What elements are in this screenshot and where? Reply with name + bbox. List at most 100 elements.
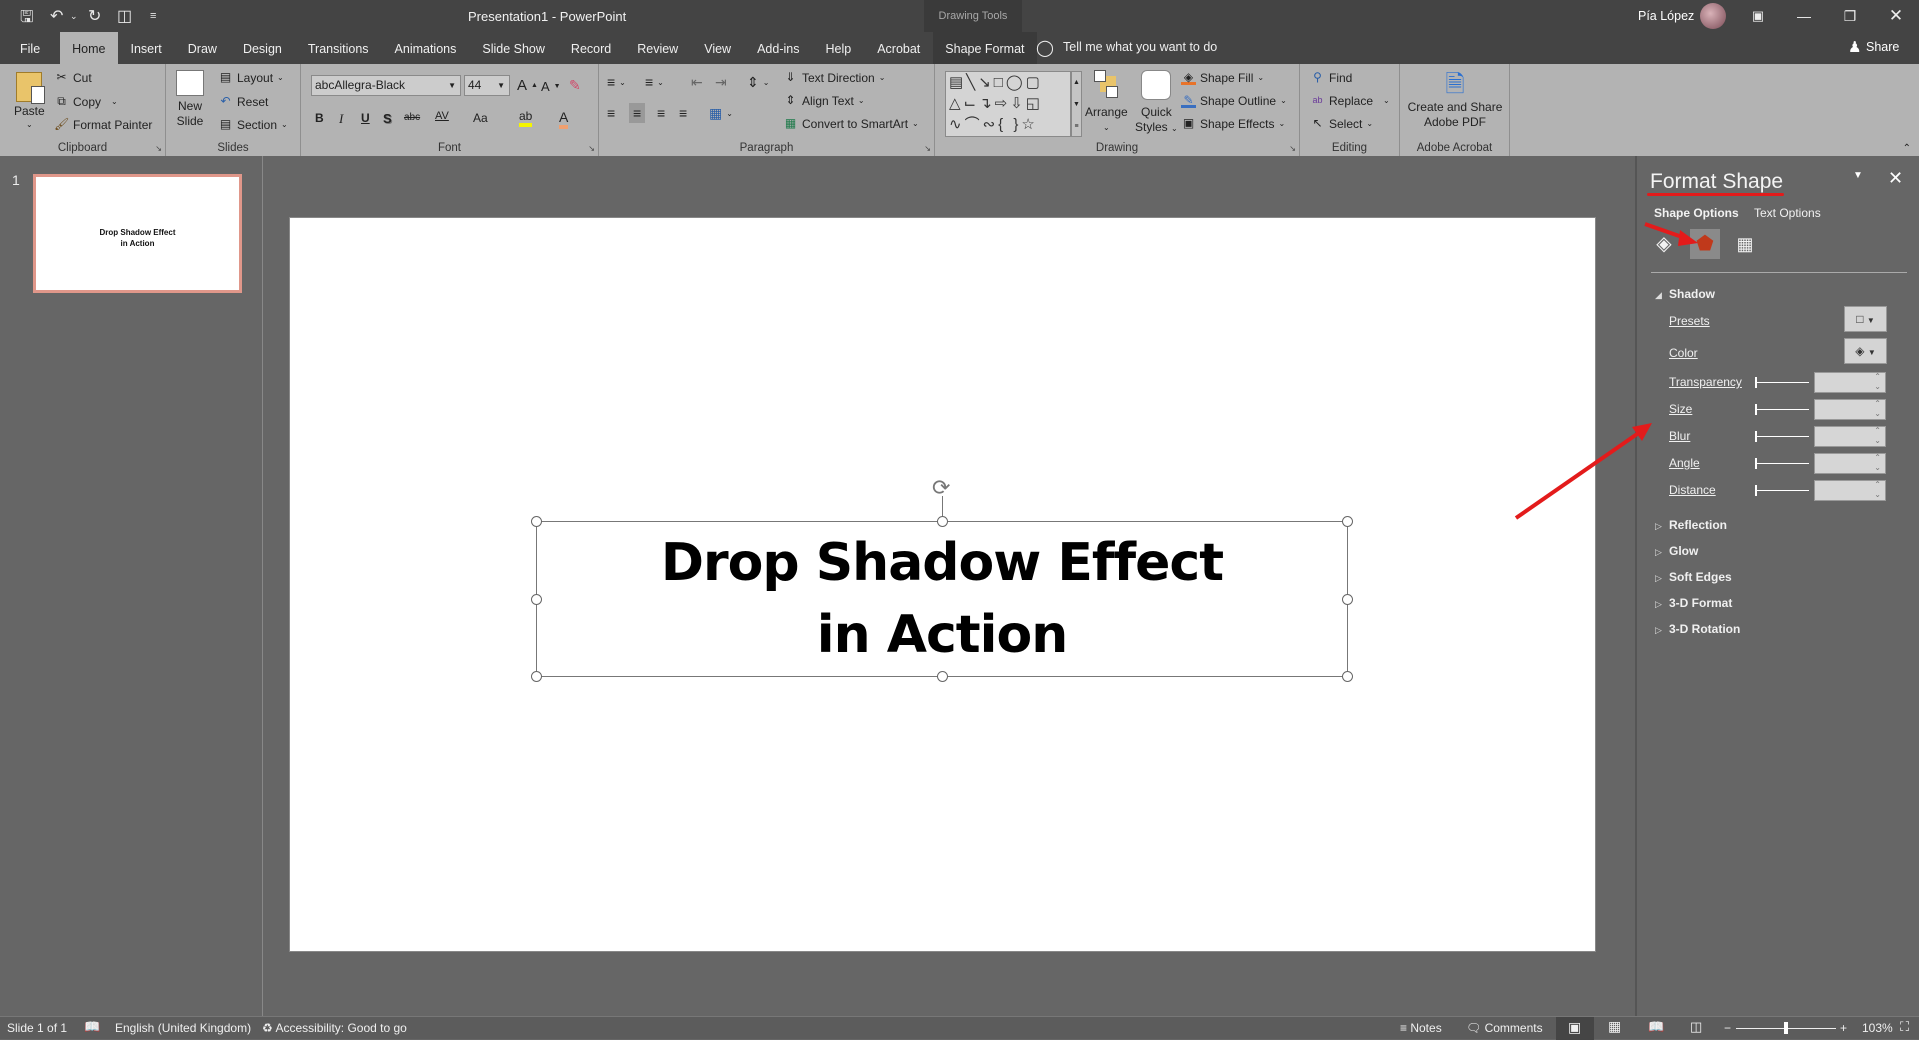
section-soft-edges[interactable]: ▷ Soft Edges xyxy=(1655,570,1732,584)
effects-pentagon-icon[interactable]: ⬟ xyxy=(1690,229,1720,259)
resize-handle-top-left[interactable] xyxy=(531,516,542,527)
tab-shape-format[interactable]: Shape Format xyxy=(933,32,1037,64)
zoom-slider-thumb[interactable] xyxy=(1784,1022,1788,1034)
section-button[interactable]: ▤ Section ⌄ xyxy=(218,117,288,132)
tab-slide-show[interactable]: Slide Show xyxy=(469,32,558,64)
grow-font-button[interactable]: A ▲ xyxy=(517,77,538,94)
quick-styles-button[interactable]: Quick Styles ⌄ xyxy=(1135,70,1178,136)
tab-home[interactable]: Home xyxy=(60,32,118,64)
section-3d-format[interactable]: ▷ 3-D Format xyxy=(1655,596,1732,610)
font-name-input[interactable]: abcAllegra-Black ▼ xyxy=(311,75,461,96)
user-name[interactable]: Pía López xyxy=(1638,9,1694,23)
minimize-button[interactable]: — xyxy=(1784,4,1824,28)
replace-button[interactable]: ab Replace ⌄ xyxy=(1310,93,1389,108)
spell-check-icon[interactable]: 📖 xyxy=(84,1019,100,1035)
angle-spinner[interactable] xyxy=(1814,453,1886,474)
slide-thumbnail[interactable]: Drop Shadow Effect in Action xyxy=(33,174,242,293)
align-left-button[interactable]: ≡ xyxy=(607,105,615,121)
transparency-slider[interactable] xyxy=(1755,377,1809,388)
line-spacing-button[interactable]: ⇕ ⌄ xyxy=(747,74,769,91)
blur-slider[interactable] xyxy=(1755,431,1809,442)
align-center-button[interactable]: ≡ xyxy=(629,103,646,123)
slideshow-view-icon[interactable]: ◫ xyxy=(1690,1019,1702,1035)
slide-title-text[interactable]: Drop Shadow Effect in Action xyxy=(536,527,1348,671)
tab-transitions[interactable]: Transitions xyxy=(295,32,382,64)
dialog-launcher-icon[interactable]: ↘ xyxy=(155,144,162,153)
arrange-button[interactable]: Arrange ⌄ xyxy=(1085,70,1128,135)
clear-formatting-icon[interactable]: ✎ xyxy=(569,77,581,94)
columns-button[interactable]: ▦ ⌄ xyxy=(709,105,733,122)
cut-button[interactable]: ✂ Cut xyxy=(54,70,91,85)
change-case-button[interactable]: Aa xyxy=(473,111,488,125)
increase-indent-button[interactable]: ⇥ xyxy=(715,74,727,91)
resize-handle-bottom-left[interactable] xyxy=(531,671,542,682)
fill-line-icon[interactable]: ◈ xyxy=(1649,229,1679,259)
text-direction-button[interactable]: ⇓ Text Direction ⌄ xyxy=(783,70,885,85)
section-reflection[interactable]: ▷ Reflection xyxy=(1655,518,1727,532)
highlight-color-button[interactable]: ab xyxy=(519,109,533,127)
slide-sorter-view-icon[interactable]: ▦ xyxy=(1608,1018,1621,1035)
font-size-input[interactable]: 44 ▼ xyxy=(464,75,510,96)
shapes-gallery-scroll[interactable]: ▲ ▼ ≡ xyxy=(1071,71,1082,137)
reset-button[interactable]: ↶ Reset xyxy=(218,94,268,109)
resize-handle-bottom-right[interactable] xyxy=(1342,671,1353,682)
tab-text-options[interactable]: Text Options xyxy=(1754,206,1821,220)
undo-icon[interactable]: ↶ xyxy=(50,6,63,26)
strikethrough-button[interactable]: abc xyxy=(404,112,420,123)
shapes-gallery[interactable]: ▤╲↘□◯▢ △⌙↴⇨⇩◱ ∿⌒∾{ }☆ xyxy=(945,71,1071,137)
decrease-indent-button[interactable]: ⇤ xyxy=(691,74,703,91)
presets-dropdown[interactable]: □ ▼ xyxy=(1844,306,1887,332)
section-3d-rotation[interactable]: ▷ 3-D Rotation xyxy=(1655,622,1740,636)
format-painter-button[interactable]: 🖌 Format Painter xyxy=(54,117,152,132)
redo-icon[interactable]: ↻ xyxy=(88,6,101,26)
align-text-button[interactable]: ⇕ Align Text ⌄ xyxy=(783,93,864,108)
shape-effects-button[interactable]: ▣ Shape Effects ⌄ xyxy=(1181,116,1285,131)
distance-spinner[interactable] xyxy=(1814,480,1886,501)
customize-qat-icon[interactable]: ≡ xyxy=(150,10,156,22)
tab-help[interactable]: Help xyxy=(812,32,864,64)
tab-shape-options[interactable]: Shape Options xyxy=(1654,206,1739,220)
bullets-button[interactable]: ≡ ⌄ xyxy=(607,74,626,90)
new-slide-button[interactable]: New Slide xyxy=(176,70,204,129)
tab-design[interactable]: Design xyxy=(230,32,295,64)
font-color-button[interactable]: A xyxy=(559,109,569,129)
tab-file[interactable]: File xyxy=(0,32,60,64)
select-button[interactable]: ↖ Select ⌄ xyxy=(1310,116,1373,131)
tab-record[interactable]: Record xyxy=(558,32,624,64)
shrink-font-button[interactable]: A ▼ xyxy=(541,79,561,94)
distance-slider[interactable] xyxy=(1755,485,1809,496)
tab-draw[interactable]: Draw xyxy=(175,32,230,64)
present-from-start-icon[interactable]: ◫ xyxy=(117,6,132,26)
resize-handle-top[interactable] xyxy=(937,516,948,527)
convert-smartart-button[interactable]: ▦ Convert to SmartArt ⌄ xyxy=(783,116,919,131)
save-icon[interactable]: 🖫 xyxy=(20,6,34,33)
collapse-ribbon-icon[interactable]: ⌃ xyxy=(1903,143,1911,154)
copy-button[interactable]: ⧉ Copy ⌄ xyxy=(54,94,118,109)
find-button[interactable]: ⚲ Find xyxy=(1310,70,1352,85)
shadow-color-dropdown[interactable]: ◈ ▼ xyxy=(1844,338,1887,364)
size-spinner[interactable] xyxy=(1814,399,1886,420)
shape-fill-button[interactable]: ◈ Shape Fill ⌄ xyxy=(1181,70,1264,85)
accessibility-status[interactable]: ♻ Accessibility: Good to go xyxy=(262,1021,407,1035)
resize-handle-top-right[interactable] xyxy=(1342,516,1353,527)
blur-spinner[interactable] xyxy=(1814,426,1886,447)
ribbon-display-options-icon[interactable]: ▣ xyxy=(1738,4,1778,28)
layout-button[interactable]: ▤ Layout ⌄ xyxy=(218,70,284,85)
resize-handle-bottom[interactable] xyxy=(937,671,948,682)
justify-button[interactable]: ≡ xyxy=(679,105,687,121)
tab-insert[interactable]: Insert xyxy=(118,32,175,64)
normal-view-button[interactable]: ▣ xyxy=(1556,1017,1594,1040)
tell-me-search[interactable]: Tell me what you want to do xyxy=(1063,40,1217,54)
align-right-button[interactable]: ≡ xyxy=(657,105,665,121)
comments-button[interactable]: 🗨 Comments xyxy=(1466,1021,1543,1035)
shape-outline-button[interactable]: ✎ Shape Outline ⌄ xyxy=(1181,93,1287,108)
tab-review[interactable]: Review xyxy=(624,32,691,64)
pane-options-dropdown-icon[interactable]: ▼ xyxy=(1853,170,1863,181)
italic-button[interactable]: I xyxy=(339,111,343,127)
zoom-level[interactable]: 103% xyxy=(1862,1021,1893,1035)
zoom-out-button[interactable]: − xyxy=(1724,1021,1731,1035)
share-button[interactable]: Share xyxy=(1866,40,1899,54)
tab-view[interactable]: View xyxy=(691,32,744,64)
paragraph-dialog-launcher-icon[interactable]: ↘ xyxy=(924,144,931,153)
section-shadow[interactable]: ◢ Shadow xyxy=(1655,287,1715,301)
